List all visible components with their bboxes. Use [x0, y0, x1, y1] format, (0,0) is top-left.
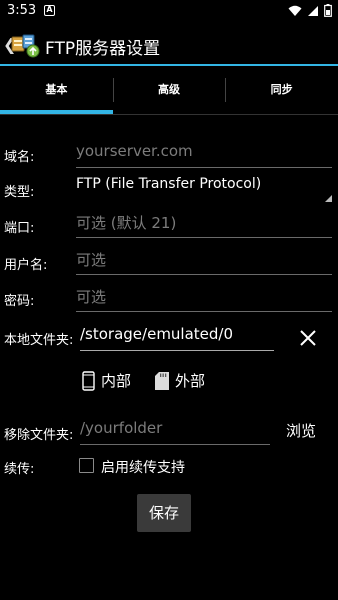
domain-label: 域名: — [4, 150, 35, 165]
tabs-divider — [0, 114, 338, 115]
password-label: 密码: — [4, 294, 35, 309]
status-bar: 3:53 A — [0, 0, 338, 24]
username-placeholder: 可选 — [76, 251, 107, 269]
remote-folder-placeholder: /yourfolder — [80, 419, 163, 437]
tab-advanced[interactable]: 高级 — [112, 66, 226, 114]
type-value: FTP (File Transfer Protocol) — [76, 176, 262, 192]
tab-basic[interactable]: 基本 — [0, 66, 113, 114]
status-time: 3:53 — [7, 3, 37, 18]
port-label: 端口: — [4, 221, 35, 236]
username-input[interactable]: 可选 — [76, 249, 332, 275]
wifi-icon — [288, 5, 302, 16]
local-folder-input[interactable]: /storage/emulated/0 — [80, 325, 274, 351]
battery-icon — [324, 4, 332, 17]
sd-card-icon — [155, 371, 169, 390]
resume-label: 续传: — [4, 462, 35, 477]
notification-a-icon: A — [44, 5, 55, 16]
action-bar: ❮ FTP服务器设置 — [0, 24, 338, 66]
page-title: FTP服务器设置 — [45, 39, 161, 59]
app-icon[interactable] — [11, 32, 41, 58]
port-input[interactable]: 可选 (默认 21) — [76, 212, 332, 238]
password-placeholder: 可选 — [76, 288, 107, 306]
external-storage-button[interactable]: 外部 — [155, 370, 205, 391]
tab-bar: 基本 高级 同步 — [0, 66, 338, 114]
spinner-arrow-icon — [325, 195, 332, 202]
username-label: 用户名: — [4, 258, 48, 273]
domain-placeholder: yourserver.com — [76, 142, 193, 160]
status-icons — [288, 4, 332, 17]
browse-button[interactable]: 浏览 — [286, 420, 316, 441]
type-spinner[interactable]: FTP (File Transfer Protocol) — [76, 176, 332, 202]
tab-sync[interactable]: 同步 — [225, 66, 338, 114]
signal-icon — [308, 5, 318, 16]
port-placeholder: 可选 (默认 21) — [76, 214, 177, 232]
password-input[interactable]: 可选 — [76, 286, 332, 312]
save-button[interactable]: 保存 — [137, 494, 191, 532]
internal-label: 内部 — [101, 372, 132, 390]
phone-icon — [82, 370, 95, 391]
external-label: 外部 — [175, 372, 206, 390]
internal-storage-button[interactable]: 内部 — [82, 370, 131, 391]
remote-folder-input[interactable]: /yourfolder — [80, 419, 270, 445]
local-folder-label: 本地文件夹: — [4, 333, 74, 348]
local-folder-value: /storage/emulated/0 — [80, 325, 234, 343]
remote-folder-label: 移除文件夹: — [4, 428, 74, 443]
clear-icon[interactable] — [296, 326, 320, 350]
resume-checkbox-label[interactable]: 启用续传支持 — [101, 457, 185, 477]
resume-checkbox[interactable] — [79, 458, 94, 473]
domain-input[interactable]: yourserver.com — [76, 142, 332, 168]
type-label: 类型: — [4, 185, 35, 200]
